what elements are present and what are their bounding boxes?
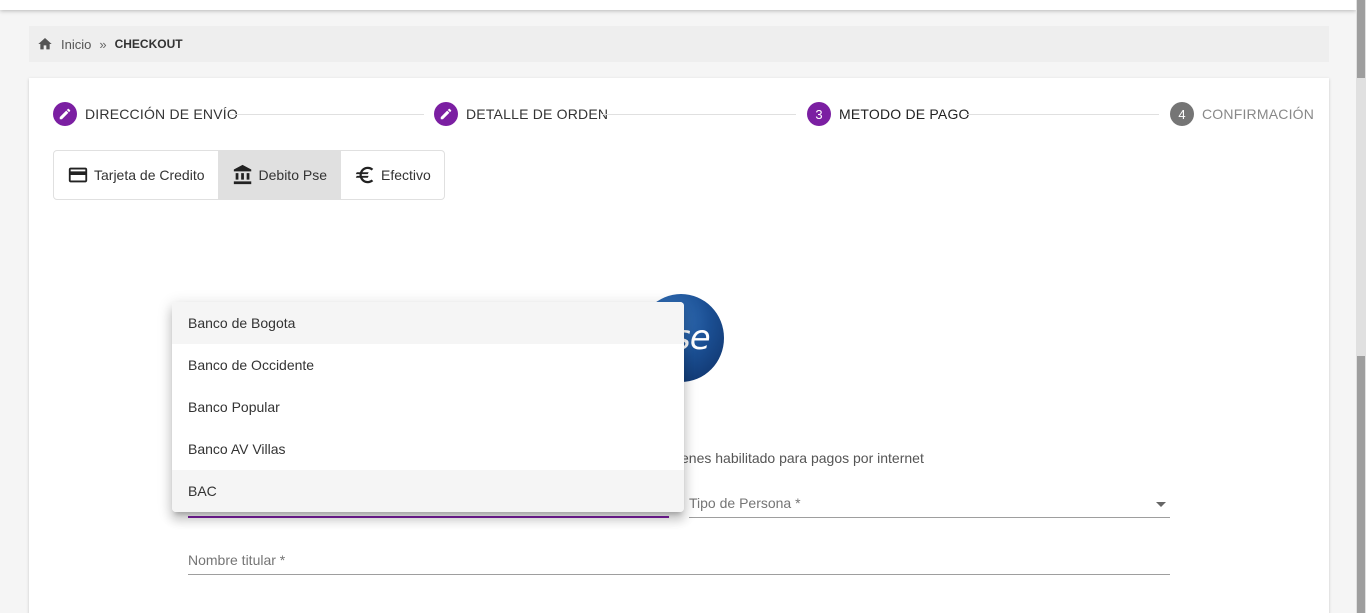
step-label: DETALLE DE ORDEN: [466, 106, 609, 122]
step-number-circle: 3: [807, 102, 831, 126]
bank-option[interactable]: BAC: [172, 470, 684, 512]
step-detalle-orden[interactable]: DETALLE DE ORDEN: [434, 102, 608, 126]
tipo-persona-select[interactable]: Tipo de Persona *: [689, 488, 1170, 518]
bank-option[interactable]: Banco Popular: [172, 386, 684, 428]
step-done-circle: [53, 102, 77, 126]
step-connector: [602, 114, 796, 115]
pencil-icon: [59, 108, 71, 120]
tab-debito-pse[interactable]: Debito Pse: [218, 151, 341, 199]
app-top-bar: [0, 0, 1356, 10]
bank-option[interactable]: Banco AV Villas: [172, 428, 684, 470]
step-label: CONFIRMACIÓN: [1202, 106, 1315, 122]
home-icon[interactable]: [37, 36, 53, 52]
pse-info-text: tienes habilitado para pagos por interne…: [674, 450, 924, 466]
tipo-persona-placeholder: Tipo de Persona *: [689, 495, 801, 511]
scrollbar-thumb[interactable]: [1357, 356, 1365, 613]
euro-icon: [354, 164, 376, 186]
breadcrumb-home-link[interactable]: Inicio: [61, 37, 91, 52]
tab-label: Efectivo: [381, 167, 431, 183]
step-label: DIRECCIÓN DE ENVÍO: [85, 106, 238, 122]
credit-card-icon: [67, 164, 89, 186]
bank-icon: [232, 164, 254, 186]
checkout-stepper: DIRECCIÓN DE ENVÍO DETALLE DE ORDEN 3 ME…: [53, 102, 1314, 126]
nombre-titular-input[interactable]: Nombre titular *: [188, 545, 1170, 575]
tab-label: Tarjeta de Credito: [94, 167, 205, 183]
tab-tarjeta-credito[interactable]: Tarjeta de Credito: [54, 151, 219, 199]
bank-dropdown-panel: Banco de Bogota Banco de Occidente Banco…: [172, 302, 684, 512]
caret-down-icon: [1156, 502, 1166, 507]
step-direccion-envio[interactable]: DIRECCIÓN DE ENVÍO: [53, 102, 238, 126]
step-label: METODO DE PAGO: [839, 106, 970, 122]
tab-efectivo[interactable]: Efectivo: [341, 151, 444, 199]
nombre-titular-placeholder: Nombre titular *: [188, 552, 286, 568]
tab-label: Debito Pse: [258, 167, 327, 183]
breadcrumb-current: CHECKOUT: [114, 37, 183, 51]
step-confirmacion[interactable]: 4 CONFIRMACIÓN: [1170, 102, 1314, 126]
step-done-circle: [434, 102, 458, 126]
pencil-icon: [440, 108, 452, 120]
payment-method-tabs: Tarjeta de Credito Debito Pse Efectivo: [53, 150, 445, 200]
bank-option[interactable]: Banco de Bogota: [172, 302, 684, 344]
step-connector: [230, 114, 424, 115]
step-number-circle: 4: [1170, 102, 1194, 126]
breadcrumb: Inicio » CHECKOUT: [29, 26, 1329, 62]
scrollbar-thumb-top[interactable]: [1357, 0, 1365, 78]
bank-option[interactable]: Banco de Occidente: [172, 344, 684, 386]
step-metodo-pago[interactable]: 3 METODO DE PAGO: [807, 102, 970, 126]
page-scrollbar[interactable]: [1356, 0, 1366, 613]
step-connector: [965, 114, 1159, 115]
breadcrumb-separator: »: [99, 36, 107, 52]
